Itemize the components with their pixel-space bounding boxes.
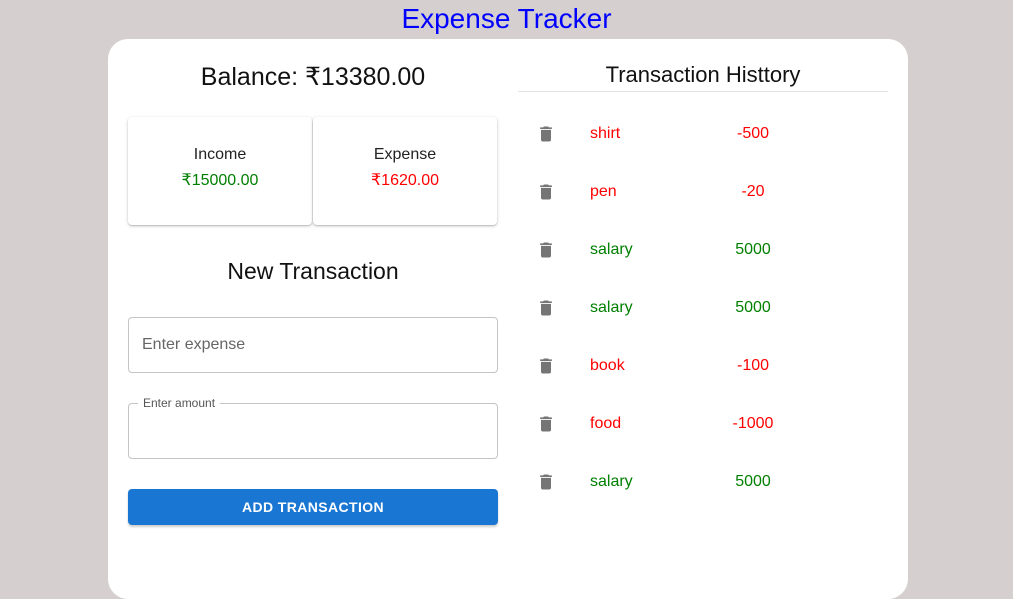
transaction-text: salary — [590, 241, 633, 258]
tracker-card: Balance: ₹13380.00 Income ₹15000.00 Expe… — [108, 39, 908, 599]
income-value: ₹15000.00 — [181, 172, 259, 189]
amount-label: Enter amount — [138, 396, 221, 410]
transaction-text: salary — [590, 299, 633, 316]
income-box: Income ₹15000.00 — [128, 117, 312, 225]
expense-input[interactable] — [129, 318, 497, 372]
income-label: Income — [193, 146, 247, 163]
transaction-item: salary 5000 — [518, 278, 888, 336]
amount-input[interactable] — [129, 404, 497, 458]
transaction-item: salary 5000 — [518, 220, 888, 278]
transaction-amount: -100 — [736, 357, 770, 374]
expense-label: Expense — [373, 146, 437, 163]
balance-label: Balance: ₹13380.00 — [200, 63, 426, 91]
transaction-text: food — [590, 415, 622, 432]
expense-value: ₹1620.00 — [370, 172, 439, 189]
app-title: Expense Tracker — [401, 3, 612, 34]
transaction-item: food -1000 — [518, 394, 888, 452]
transaction-amount: 5000 — [735, 241, 771, 258]
trash-icon[interactable] — [536, 413, 556, 435]
trash-icon[interactable] — [536, 297, 556, 319]
transaction-item: book -100 — [518, 336, 888, 394]
transaction-text: salary — [590, 473, 633, 490]
new-transaction-title: New Transaction — [227, 258, 399, 284]
transaction-item: shirt -500 — [518, 104, 888, 162]
transaction-text: pen — [590, 183, 617, 200]
transaction-list: shirt -500 pen -20 salary 5000 salary 50… — [518, 104, 888, 510]
transaction-amount: -1000 — [732, 415, 774, 432]
transaction-amount: 5000 — [735, 473, 771, 490]
expense-box: Expense ₹1620.00 — [313, 117, 497, 225]
transaction-item: salary 5000 — [518, 452, 888, 510]
trash-icon[interactable] — [536, 123, 556, 145]
trash-icon[interactable] — [536, 181, 556, 203]
transaction-text: book — [590, 357, 625, 374]
add-transaction-button[interactable]: ADD TRANSACTION — [128, 489, 498, 525]
amount-field: Enter amount — [128, 396, 498, 459]
transaction-amount: 5000 — [735, 299, 771, 316]
trash-icon[interactable] — [536, 355, 556, 377]
transaction-text: shirt — [590, 125, 621, 142]
history-divider — [518, 91, 888, 92]
transaction-amount: -500 — [736, 125, 770, 142]
transaction-amount: -20 — [741, 183, 765, 200]
transaction-item: pen -20 — [518, 162, 888, 220]
trash-icon[interactable] — [536, 239, 556, 261]
trash-icon[interactable] — [536, 471, 556, 493]
expense-field — [128, 317, 498, 373]
history-title: Transaction Histtory — [605, 62, 801, 87]
